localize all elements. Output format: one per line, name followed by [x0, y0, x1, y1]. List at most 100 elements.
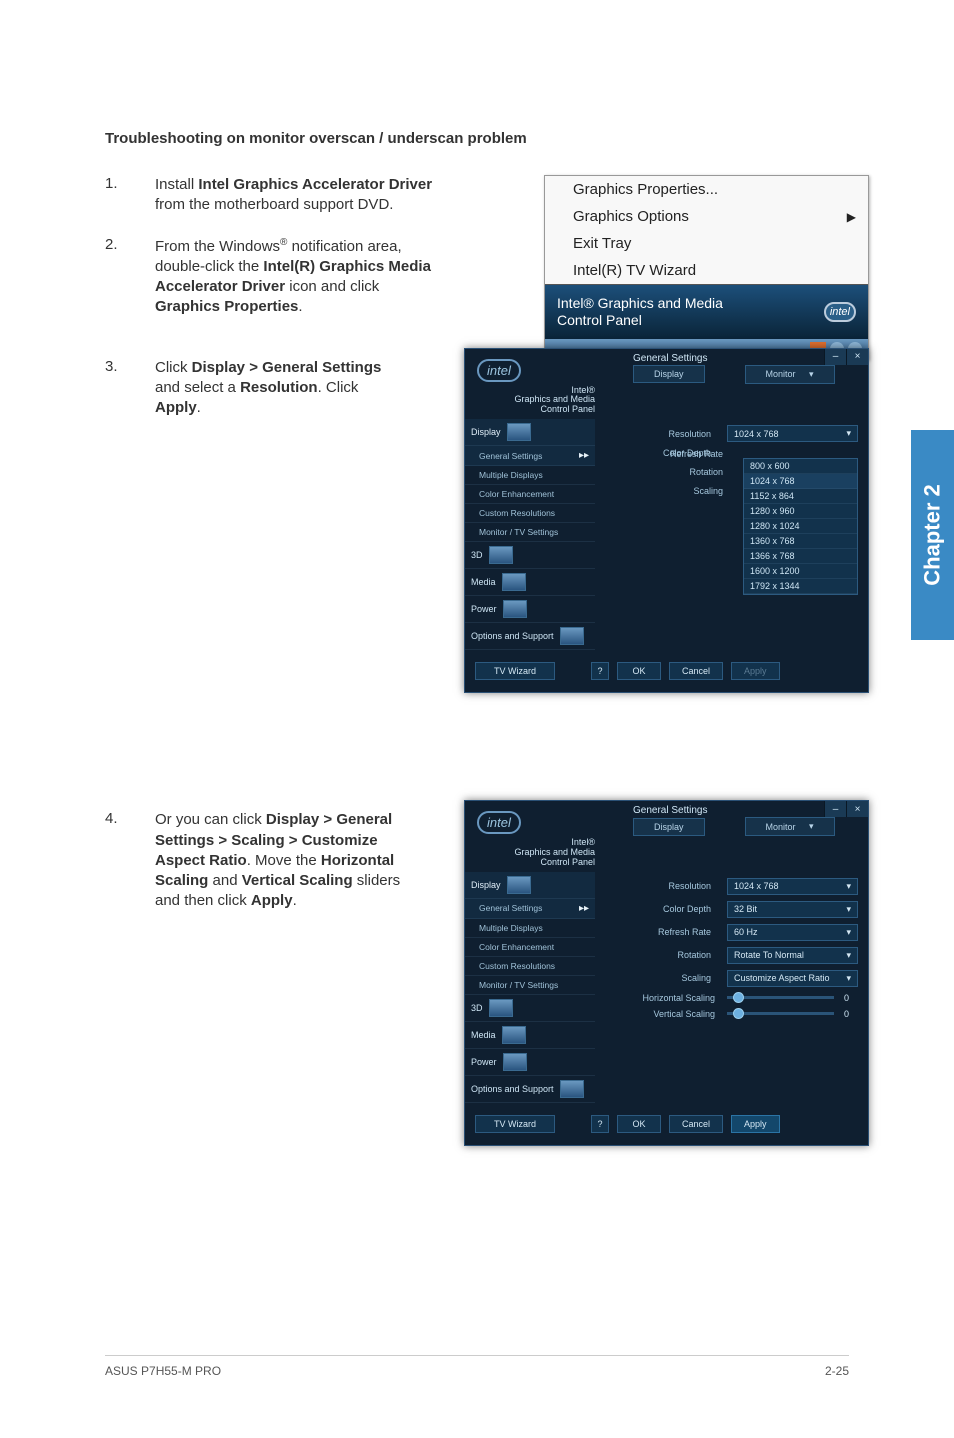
sidebar-item-monitor-tv[interactable]: Monitor / TV Settings [465, 976, 595, 995]
sidebar-item-custom-resolutions[interactable]: Custom Resolutions [465, 957, 595, 976]
resolution-option[interactable]: 1600 x 1200 [744, 564, 857, 579]
sidebar-item-color-enhancement[interactable]: Color Enhancement [465, 938, 595, 957]
menu-item-graphics-properties[interactable]: Graphics Properties... [545, 176, 868, 203]
chevron-down-icon: ▾ [809, 821, 814, 832]
chevron-down-icon: ▾ [846, 904, 851, 915]
cancel-button[interactable]: Cancel [669, 1115, 723, 1133]
sidebar-item-options[interactable]: Options and Support [465, 1076, 595, 1103]
step-text: From the Windows® notification area, dou… [155, 236, 445, 318]
sidebar-item-general-settings[interactable]: General Settings▸▸ [465, 899, 595, 919]
sidebar-item-3d[interactable]: 3D [465, 995, 595, 1022]
sidebar-item-general-settings[interactable]: General Settings▸▸ [465, 446, 595, 466]
intel-logo-icon: intel [477, 811, 521, 834]
refresh-rate-dropdown[interactable]: Refresh Rate60 Hz▾ [627, 924, 858, 941]
intel-graphics-panel-scaling: – × intel Intel® Graphics and Media Cont… [464, 800, 869, 1146]
resolution-option[interactable]: 1280 x 960 [744, 504, 857, 519]
step-3: 3. Click Display > General Settings and … [105, 358, 395, 419]
chevron-down-icon: ▾ [846, 973, 851, 984]
intel-control-panel-bar[interactable]: Intel® Graphics and Media Control Panel … [545, 284, 868, 339]
vertical-scaling-slider[interactable]: Vertical Scaling 0 [627, 1009, 858, 1019]
power-thumb-icon [503, 600, 527, 618]
options-thumb-icon [560, 627, 584, 645]
help-button[interactable]: ? [591, 662, 609, 680]
resolution-dropdown[interactable]: Resolution1024 x 768▾ [627, 878, 858, 895]
tab-display[interactable]: Display [633, 365, 705, 383]
step-2: 2. From the Windows® notification area, … [105, 236, 445, 318]
breadcrumb: General Settings [633, 353, 708, 364]
sidebar-item-media[interactable]: Media [465, 569, 595, 596]
rotation-dropdown[interactable]: RotationRotate To Normal▾ [627, 947, 858, 964]
resolution-option[interactable]: 1360 x 768 [744, 534, 857, 549]
media-thumb-icon [502, 573, 526, 591]
sidebar-item-power[interactable]: Power [465, 1049, 595, 1076]
submenu-arrow-icon: ▶ [847, 210, 856, 224]
resolution-option[interactable]: 1792 x 1344 [744, 579, 857, 594]
cancel-button[interactable]: Cancel [669, 662, 723, 680]
step-1: 1. Install Intel Graphics Accelerator Dr… [105, 175, 445, 216]
ok-button[interactable]: OK [617, 1115, 661, 1133]
color-depth-dropdown[interactable]: Color Depth32 Bit▾ [627, 901, 858, 918]
step-4: 4. Or you can click Display > General Se… [105, 810, 425, 911]
step-text: Or you can click Display > General Setti… [155, 810, 425, 911]
sidebar-item-options[interactable]: Options and Support [465, 623, 595, 650]
chevron-down-icon: ▾ [846, 927, 851, 938]
horizontal-scaling-slider[interactable]: Horizontal Scaling 0 [627, 993, 858, 1003]
resolution-option[interactable]: 1280 x 1024 [744, 519, 857, 534]
resolution-option[interactable]: 1152 x 864 [744, 489, 857, 504]
breadcrumb: General Settings [633, 805, 708, 816]
sidebar-item-monitor-tv[interactable]: Monitor / TV Settings [465, 523, 595, 542]
sidebar-item-multiple-displays[interactable]: Multiple Displays [465, 466, 595, 485]
footer-page-number: 2-25 [825, 1364, 849, 1378]
sidebar-item-color-enhancement[interactable]: Color Enhancement [465, 485, 595, 504]
resolution-option[interactable]: 800 x 600 [744, 459, 857, 474]
tv-wizard-button[interactable]: TV Wizard [475, 662, 555, 680]
chevron-down-icon: ▾ [846, 428, 851, 439]
apply-button[interactable]: Apply [731, 662, 780, 680]
media-thumb-icon [502, 1026, 526, 1044]
tv-wizard-button[interactable]: TV Wizard [475, 1115, 555, 1133]
help-button[interactable]: ? [591, 1115, 609, 1133]
step-text: Click Display > General Settings and sel… [155, 358, 395, 419]
ok-button[interactable]: OK [617, 662, 661, 680]
apply-button[interactable]: Apply [731, 1115, 780, 1133]
chevron-right-icon: ▸▸ [579, 450, 589, 461]
sidebar-item-display[interactable]: Display [465, 419, 595, 446]
chevron-right-icon: ▸▸ [579, 903, 589, 914]
section-heading: Troubleshooting on monitor overscan / un… [105, 130, 849, 147]
slider-knob-icon[interactable] [733, 1008, 744, 1019]
resolution-option-list: 800 x 600 1024 x 768 1152 x 864 1280 x 9… [743, 458, 858, 595]
chevron-down-icon: ▾ [809, 369, 814, 380]
chevron-down-icon: ▾ [846, 950, 851, 961]
tab-monitor[interactable]: Monitor▾ [745, 817, 835, 836]
scaling-dropdown[interactable]: ScalingCustomize Aspect Ratio▾ [627, 970, 858, 987]
intel-logo-icon: intel [477, 359, 521, 382]
power-thumb-icon [503, 1053, 527, 1071]
step-text: Install Intel Graphics Accelerator Drive… [155, 175, 445, 216]
resolution-dropdown[interactable]: Resolution 1024 x 768▾ [627, 425, 858, 442]
step-number: 2. [105, 236, 155, 318]
sidebar-item-display[interactable]: Display [465, 872, 595, 899]
tab-monitor[interactable]: Monitor▾ [745, 365, 835, 384]
sidebar-item-media[interactable]: Media [465, 1022, 595, 1049]
chevron-down-icon: ▾ [846, 881, 851, 892]
menu-item-graphics-options[interactable]: Graphics Options▶ [545, 203, 868, 230]
sidebar-item-custom-resolutions[interactable]: Custom Resolutions [465, 504, 595, 523]
3d-thumb-icon [489, 999, 513, 1017]
sidebar-item-power[interactable]: Power [465, 596, 595, 623]
step-number: 4. [105, 810, 155, 911]
resolution-option[interactable]: 1366 x 768 [744, 549, 857, 564]
step-number: 1. [105, 175, 155, 216]
step-number: 3. [105, 358, 155, 419]
menu-item-tv-wizard[interactable]: Intel(R) TV Wizard [545, 257, 868, 284]
slider-knob-icon[interactable] [733, 992, 744, 1003]
sidebar-item-multiple-displays[interactable]: Multiple Displays [465, 919, 595, 938]
sidebar-item-3d[interactable]: 3D [465, 542, 595, 569]
3d-thumb-icon [489, 546, 513, 564]
tab-display[interactable]: Display [633, 818, 705, 836]
tray-context-menu: Graphics Properties... Graphics Options▶… [544, 175, 869, 360]
menu-item-exit-tray[interactable]: Exit Tray [545, 230, 868, 257]
footer-model: ASUS P7H55-M PRO [105, 1364, 221, 1378]
display-thumb-icon [507, 876, 531, 894]
resolution-option[interactable]: 1024 x 768 [744, 474, 857, 489]
intel-graphics-panel-resolution: – × intel Intel® Graphics and Media Cont… [464, 348, 869, 694]
